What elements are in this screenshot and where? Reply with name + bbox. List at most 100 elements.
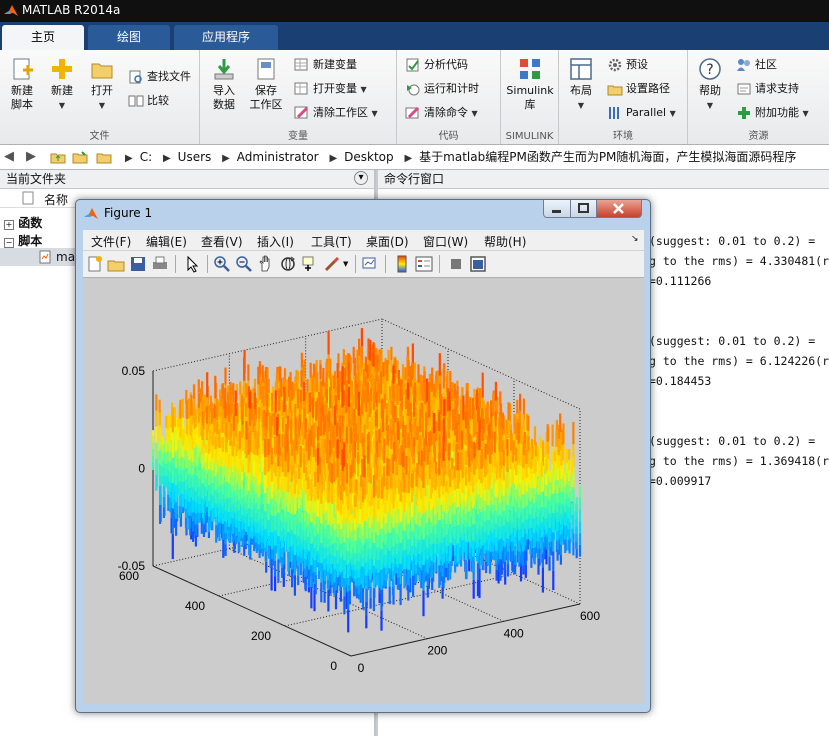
support-icon [737,83,751,95]
chevron-down-icon: ▼ [472,109,478,118]
breadcrumb-users[interactable]: Users [178,145,212,169]
tab-home[interactable]: 主页 [2,25,84,50]
breadcrumb-drive[interactable]: C: [140,145,152,169]
chevron-down-icon: ▼ [707,101,713,110]
figure-window[interactable]: Figure 1 文件(F) 编辑(E) 查看(V) 插入(I) 工具(T) 桌… [75,199,651,713]
zoom-in-icon[interactable] [213,255,231,273]
panel-menu-icon[interactable]: ▾ [354,171,368,185]
menu-desktop[interactable]: 桌面(D) [366,233,409,250]
data-cursor-icon[interactable] [301,255,319,273]
group-scripts-label: 脚本 [18,234,42,248]
script-file-icon [39,250,51,264]
find-files-button[interactable]: 查找文件 [128,68,191,86]
new-variable-icon [294,58,308,71]
menu-help[interactable]: 帮助(H) [484,233,526,250]
collapse-icon[interactable]: − [4,238,14,248]
run-and-time-label: 运行和计时 [424,82,479,95]
output-line: =0.184453 [649,374,711,388]
print-icon[interactable] [151,255,169,273]
legend-icon[interactable] [415,255,433,273]
run-and-time-button[interactable]: 运行和计时 [405,80,479,98]
environment-group-label: 环境 [559,127,687,142]
svg-text:?: ? [706,62,713,78]
up-folder-icon[interactable] [50,149,66,165]
clear-commands-button[interactable]: 清除命令 ▼ [405,104,478,122]
compare-button[interactable]: 比较 [128,92,169,110]
menu-tools[interactable]: 工具(T) [311,233,352,250]
chevron-down-icon[interactable]: ▼ [343,260,348,268]
analyze-code-button[interactable]: 分析代码 [405,56,468,74]
new-variable-button[interactable]: 新建变量 [294,56,357,74]
menu-insert[interactable]: 插入(I) [257,233,294,250]
breadcrumb-administrator[interactable]: Administrator [237,145,319,169]
group-functions[interactable]: + 函数 [4,214,42,231]
pointer-icon[interactable] [183,255,201,273]
surface-plot[interactable]: 0.050-0.056004002000 0200400600 [83,278,644,704]
environment-group: 布局 ▼ 预设 设置路径 Parallel ▼ 环境 [559,50,688,144]
clear-workspace-button[interactable]: 清除工作区 ▼ [294,104,378,122]
open-button[interactable]: 打开 ▼ [84,56,120,113]
menu-file[interactable]: 文件(F) [91,233,131,250]
link-plot-icon[interactable] [361,255,379,273]
output-line: =0.111266 [649,274,711,288]
colorbar-icon[interactable] [393,255,411,273]
parallel-label: Parallel [626,106,666,119]
maximize-button[interactable] [570,200,597,218]
addons-button[interactable]: 附加功能 ▼ [736,104,809,122]
zoom-out-icon[interactable] [235,255,253,273]
preferences-button[interactable]: 预设 [607,56,648,74]
browse-folder-icon[interactable] [72,149,88,165]
open-file-icon[interactable] [107,255,125,273]
z-tick-label: 0.05 [122,364,146,378]
save-icon[interactable] [129,255,147,273]
minimize-icon [552,210,561,213]
current-folder-header: 当前文件夹 ▾ [0,170,374,189]
menu-view[interactable]: 查看(V) [201,233,243,250]
chevron-down-icon: ▼ [361,85,367,94]
column-name[interactable]: 名称 [44,191,68,208]
compare-label: 比较 [147,94,169,107]
rotate-3d-icon[interactable] [279,255,297,273]
community-button[interactable]: 社区 [736,56,777,74]
tab-plots[interactable]: 绘图 [88,25,170,50]
request-support-button[interactable]: 请求支持 [736,80,799,98]
set-path-label: 设置路径 [626,82,670,95]
simulink-group: Simulink 库 SIMULINK [501,50,559,144]
output-line: g to the rms) = 1.369418(r [649,454,829,468]
back-arrow-icon[interactable]: ◀ [4,149,14,164]
set-path-button[interactable]: 设置路径 [607,80,670,98]
breadcrumb-desktop[interactable]: Desktop [344,145,394,169]
x-tick-label: 200 [427,644,447,658]
breadcrumb-project-folder[interactable]: 基于matlab编程PM函数产生而为PM随机海面，产生模拟海面源码程序 [419,145,796,169]
open-variable-button[interactable]: 打开变量 ▼ [294,80,367,98]
menu-overflow-icon[interactable]: ↘ [631,234,639,244]
import-data-button[interactable]: 导入 数据 [204,56,244,112]
new-button[interactable]: 新建 ▼ [44,56,80,113]
new-script-button[interactable]: 新建 脚本 [4,56,40,112]
plus-icon [52,59,72,79]
expand-icon[interactable]: + [4,220,14,230]
group-scripts[interactable]: − 脚本 [4,232,42,249]
save-workspace-button[interactable]: 保存 工作区 [246,56,286,112]
parallel-button[interactable]: Parallel ▼ [607,104,676,122]
pan-hand-icon[interactable] [257,255,275,273]
output-line: g to the rms) = 6.124226(r [649,354,829,368]
file-group-label: 文件 [0,127,199,142]
output-line: (suggest: 0.01 to 0.2) = [649,234,815,248]
brush-icon[interactable] [323,255,341,273]
minimize-button[interactable] [543,200,571,218]
forward-arrow-icon[interactable]: ▶ [26,149,36,164]
new-figure-icon[interactable] [86,255,104,273]
help-button[interactable]: ? 帮助 ▼ [692,56,728,113]
tab-apps[interactable]: 应用程序 [174,25,278,50]
show-plot-tools-icon[interactable] [469,255,487,273]
menu-edit[interactable]: 编辑(E) [146,233,187,250]
plot-canvas[interactable]: 0.05 0 -0.05 600 400 200 0 0 200 400 600 [83,278,644,704]
menu-window[interactable]: 窗口(W) [423,233,468,250]
simulink-library-button[interactable]: Simulink 库 [505,56,555,112]
layout-button[interactable]: 布局 ▼ [563,56,599,113]
hide-plot-tools-icon[interactable] [447,255,465,273]
close-button[interactable] [596,200,642,218]
simulink-icon [520,59,540,79]
help-label: 帮助 [699,84,721,97]
